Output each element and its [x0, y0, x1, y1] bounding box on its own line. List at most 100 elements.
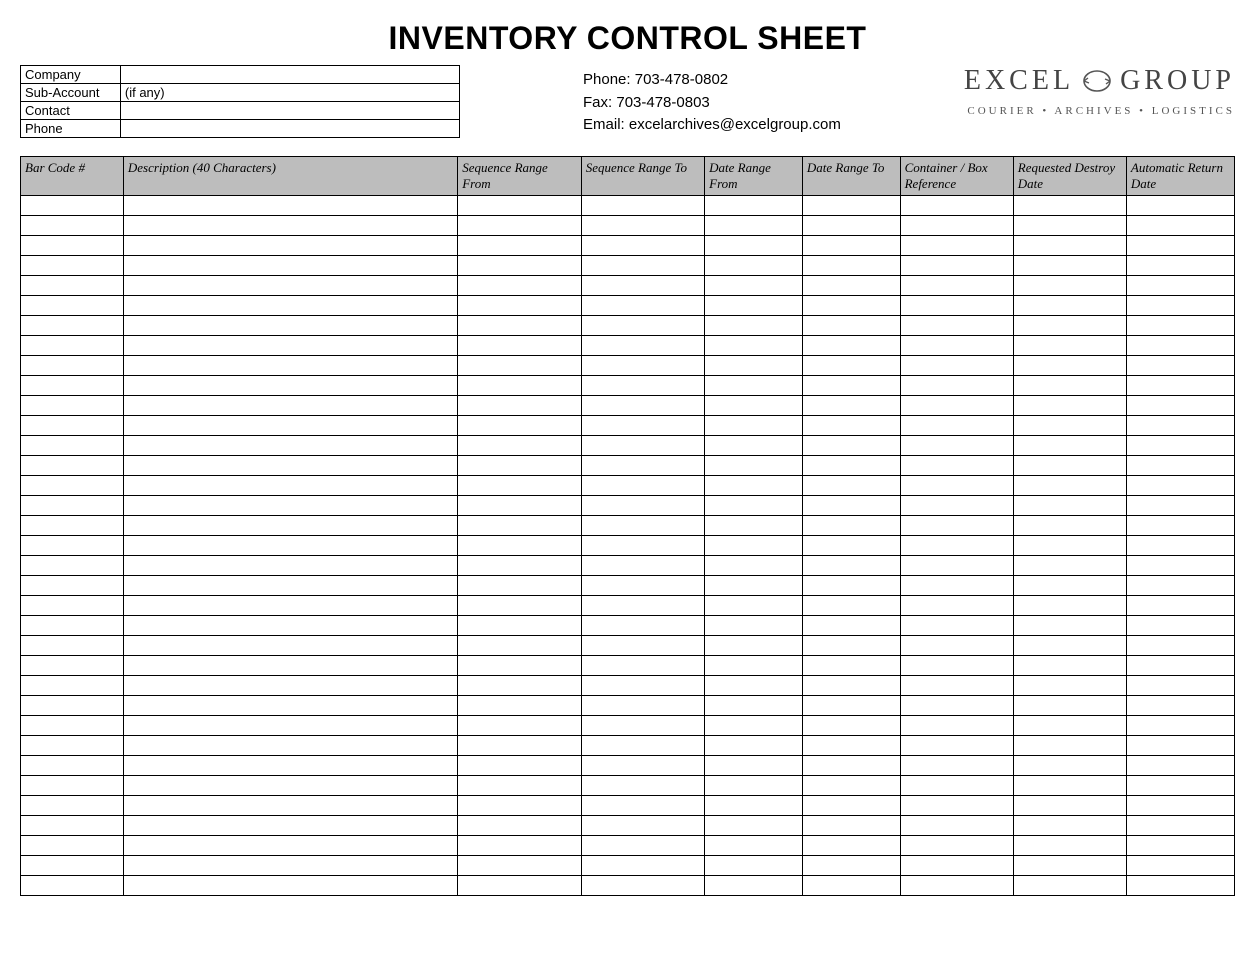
table-cell[interactable] [581, 256, 704, 276]
table-cell[interactable] [705, 716, 803, 736]
table-cell[interactable] [705, 816, 803, 836]
table-cell[interactable] [581, 416, 704, 436]
table-cell[interactable] [1013, 196, 1126, 216]
table-cell[interactable] [21, 696, 124, 716]
table-cell[interactable] [705, 796, 803, 816]
table-cell[interactable] [21, 356, 124, 376]
table-cell[interactable] [21, 876, 124, 896]
table-cell[interactable] [1126, 696, 1234, 716]
table-cell[interactable] [21, 496, 124, 516]
table-cell[interactable] [1013, 876, 1126, 896]
table-cell[interactable] [1126, 876, 1234, 896]
table-cell[interactable] [21, 256, 124, 276]
table-cell[interactable] [123, 396, 457, 416]
table-cell[interactable] [1126, 536, 1234, 556]
table-cell[interactable] [802, 596, 900, 616]
table-cell[interactable] [123, 536, 457, 556]
table-cell[interactable] [802, 216, 900, 236]
table-cell[interactable] [1126, 616, 1234, 636]
table-cell[interactable] [458, 436, 581, 456]
table-cell[interactable] [900, 856, 1013, 876]
table-cell[interactable] [1126, 456, 1234, 476]
table-cell[interactable] [802, 816, 900, 836]
table-cell[interactable] [123, 356, 457, 376]
table-cell[interactable] [705, 296, 803, 316]
table-cell[interactable] [802, 636, 900, 656]
table-cell[interactable] [900, 216, 1013, 236]
table-cell[interactable] [1013, 516, 1126, 536]
table-cell[interactable] [705, 736, 803, 756]
table-cell[interactable] [123, 656, 457, 676]
table-cell[interactable] [458, 756, 581, 776]
table-cell[interactable] [1013, 376, 1126, 396]
table-cell[interactable] [1013, 556, 1126, 576]
table-cell[interactable] [1126, 496, 1234, 516]
table-cell[interactable] [458, 236, 581, 256]
table-cell[interactable] [1126, 236, 1234, 256]
table-cell[interactable] [123, 776, 457, 796]
table-cell[interactable] [1013, 856, 1126, 876]
table-cell[interactable] [900, 616, 1013, 636]
table-cell[interactable] [123, 796, 457, 816]
table-cell[interactable] [458, 696, 581, 716]
table-cell[interactable] [1013, 756, 1126, 776]
table-cell[interactable] [802, 336, 900, 356]
table-cell[interactable] [123, 496, 457, 516]
table-cell[interactable] [581, 396, 704, 416]
table-cell[interactable] [900, 276, 1013, 296]
table-cell[interactable] [21, 456, 124, 476]
table-cell[interactable] [21, 436, 124, 456]
table-cell[interactable] [21, 636, 124, 656]
table-cell[interactable] [581, 216, 704, 236]
table-cell[interactable] [802, 276, 900, 296]
table-cell[interactable] [21, 536, 124, 556]
table-cell[interactable] [458, 456, 581, 476]
table-cell[interactable] [581, 516, 704, 536]
table-cell[interactable] [123, 696, 457, 716]
table-cell[interactable] [705, 496, 803, 516]
table-cell[interactable] [123, 256, 457, 276]
table-cell[interactable] [1126, 856, 1234, 876]
table-cell[interactable] [123, 456, 457, 476]
table-cell[interactable] [581, 756, 704, 776]
table-cell[interactable] [458, 516, 581, 536]
table-cell[interactable] [1013, 236, 1126, 256]
table-cell[interactable] [1013, 496, 1126, 516]
table-cell[interactable] [123, 376, 457, 396]
table-cell[interactable] [21, 336, 124, 356]
table-cell[interactable] [581, 776, 704, 796]
table-cell[interactable] [1126, 376, 1234, 396]
table-cell[interactable] [21, 416, 124, 436]
table-cell[interactable] [458, 876, 581, 896]
table-cell[interactable] [581, 556, 704, 576]
table-cell[interactable] [123, 576, 457, 596]
table-cell[interactable] [1126, 256, 1234, 276]
table-cell[interactable] [802, 616, 900, 636]
table-cell[interactable] [21, 816, 124, 836]
table-cell[interactable] [705, 236, 803, 256]
table-cell[interactable] [458, 476, 581, 496]
table-cell[interactable] [1013, 656, 1126, 676]
table-cell[interactable] [123, 856, 457, 876]
table-cell[interactable] [705, 276, 803, 296]
table-cell[interactable] [21, 756, 124, 776]
table-cell[interactable] [1013, 676, 1126, 696]
table-cell[interactable] [1013, 536, 1126, 556]
table-cell[interactable] [705, 516, 803, 536]
table-cell[interactable] [21, 676, 124, 696]
table-cell[interactable] [458, 796, 581, 816]
table-cell[interactable] [458, 216, 581, 236]
table-cell[interactable] [458, 256, 581, 276]
table-cell[interactable] [1126, 296, 1234, 316]
table-cell[interactable] [458, 396, 581, 416]
table-cell[interactable] [1126, 736, 1234, 756]
table-cell[interactable] [900, 496, 1013, 516]
table-cell[interactable] [900, 396, 1013, 416]
table-cell[interactable] [123, 196, 457, 216]
table-cell[interactable] [581, 856, 704, 876]
table-cell[interactable] [802, 836, 900, 856]
table-cell[interactable] [21, 216, 124, 236]
table-cell[interactable] [705, 316, 803, 336]
table-cell[interactable] [458, 196, 581, 216]
table-cell[interactable] [900, 356, 1013, 376]
